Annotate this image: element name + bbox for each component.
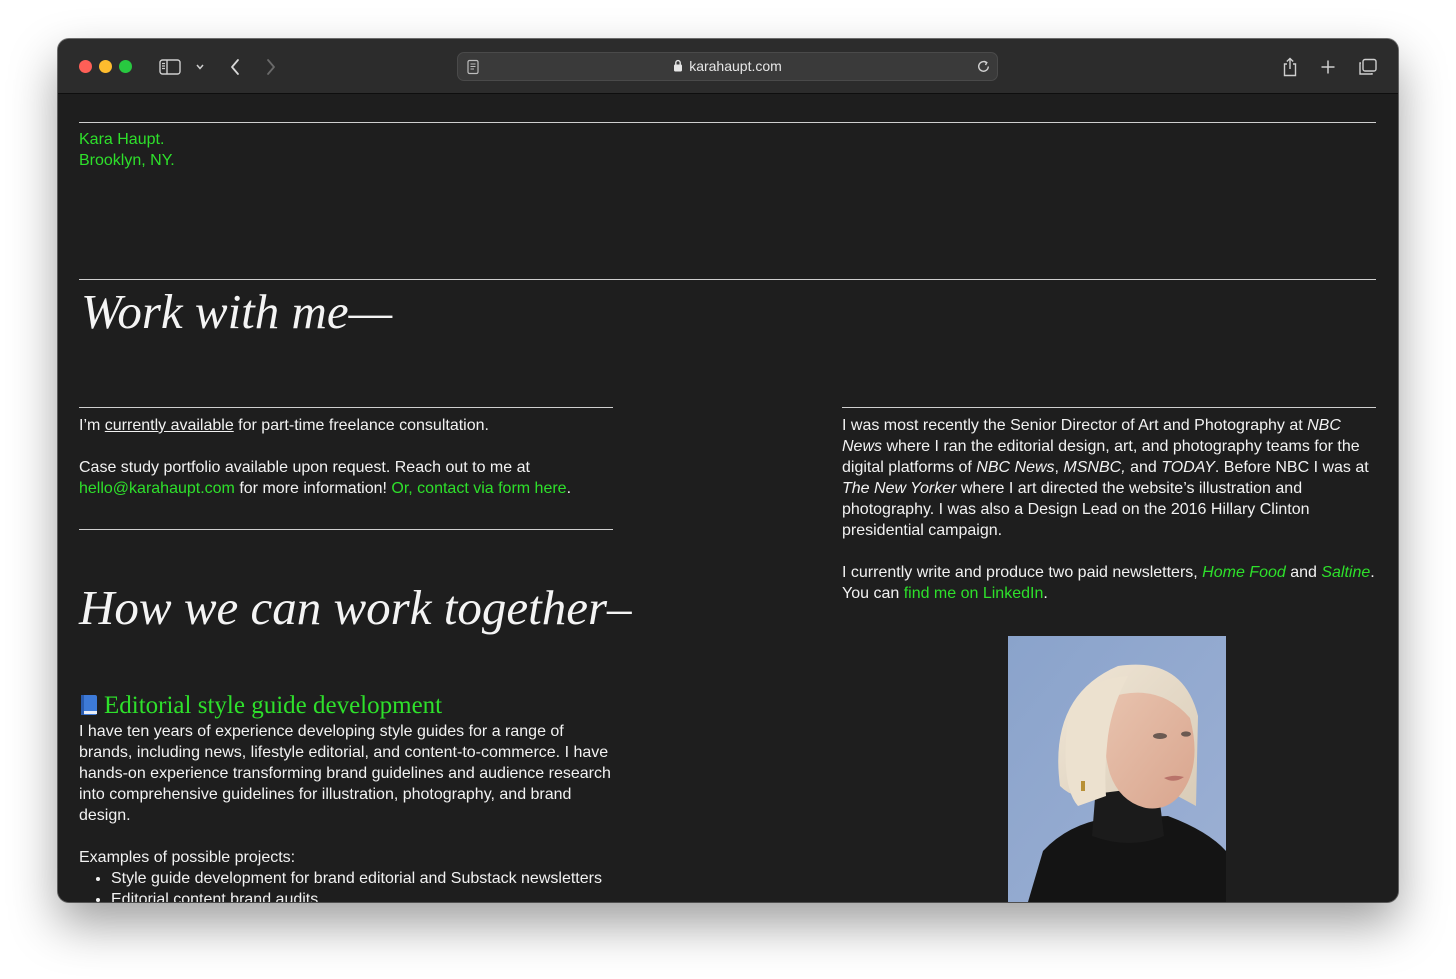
- work-with-me-heading: Work with me—: [81, 284, 393, 339]
- availability-paragraph: I’m currently available for part-time fr…: [79, 417, 489, 434]
- url-text: karahaupt.com: [689, 58, 782, 74]
- examples-label: Examples of possible projects:: [79, 849, 296, 866]
- divider: [79, 529, 613, 530]
- browser-toolbar: karahaupt.com: [58, 39, 1398, 94]
- home-food-link[interactable]: Home Food: [1202, 564, 1286, 581]
- address-bar[interactable]: karahaupt.com: [457, 52, 998, 81]
- saltine-link[interactable]: Saltine: [1321, 564, 1370, 581]
- chevron-down-icon[interactable]: [187, 54, 213, 80]
- service-body: I have ten years of experience developin…: [79, 723, 611, 824]
- site-name-link[interactable]: Kara Haupt.: [79, 129, 175, 150]
- availability-block: I’m currently available for part-time fr…: [79, 415, 613, 499]
- bio-paragraph: I was most recently the Senior Director …: [842, 417, 1369, 539]
- divider: [79, 122, 1376, 123]
- divider: [842, 407, 1376, 408]
- list-item: Editorial content brand audits: [111, 889, 613, 902]
- divider: [79, 407, 613, 408]
- portrait-photo: [1008, 636, 1226, 902]
- how-we-work-heading: How we can work together–: [79, 580, 632, 635]
- newsletter-paragraph: I currently write and produce two paid n…: [842, 564, 1375, 602]
- service-description: I have ten years of experience developin…: [79, 721, 613, 902]
- browser-window: karahaupt.com Kara Haupt. Brooklyn, NY. …: [58, 39, 1398, 902]
- list-item: Style guide development for brand editor…: [111, 868, 613, 889]
- back-icon[interactable]: [222, 54, 248, 80]
- site-header: Kara Haupt. Brooklyn, NY.: [79, 129, 175, 171]
- reload-icon[interactable]: [976, 59, 991, 79]
- sidebar-toggle-icon[interactable]: [157, 54, 183, 80]
- lock-icon: [673, 54, 683, 81]
- close-window-button[interactable]: [79, 60, 92, 73]
- examples-list: Style guide development for brand editor…: [79, 868, 613, 902]
- site-location: Brooklyn, NY.: [79, 152, 175, 169]
- forward-icon[interactable]: [258, 54, 284, 80]
- page-content: Kara Haupt. Brooklyn, NY. Work with me— …: [58, 94, 1398, 902]
- service-title: Editorial style guide development: [79, 691, 442, 721]
- book-icon: [79, 695, 100, 715]
- share-icon[interactable]: [1277, 54, 1303, 80]
- url-display[interactable]: karahaupt.com: [458, 53, 997, 81]
- contact-form-link[interactable]: Or, contact via form here: [391, 480, 566, 497]
- tab-overview-icon[interactable]: [1355, 54, 1381, 80]
- new-tab-icon[interactable]: [1315, 54, 1341, 80]
- maximize-window-button[interactable]: [119, 60, 132, 73]
- minimize-window-button[interactable]: [99, 60, 112, 73]
- email-link[interactable]: hello@karahaupt.com: [79, 480, 235, 497]
- linkedin-link[interactable]: find me on LinkedIn: [904, 585, 1044, 602]
- contact-paragraph: Case study portfolio available upon requ…: [79, 459, 572, 497]
- bio-block: I was most recently the Senior Director …: [842, 415, 1376, 604]
- currently-available-link[interactable]: currently available: [105, 417, 234, 434]
- divider: [79, 279, 1376, 280]
